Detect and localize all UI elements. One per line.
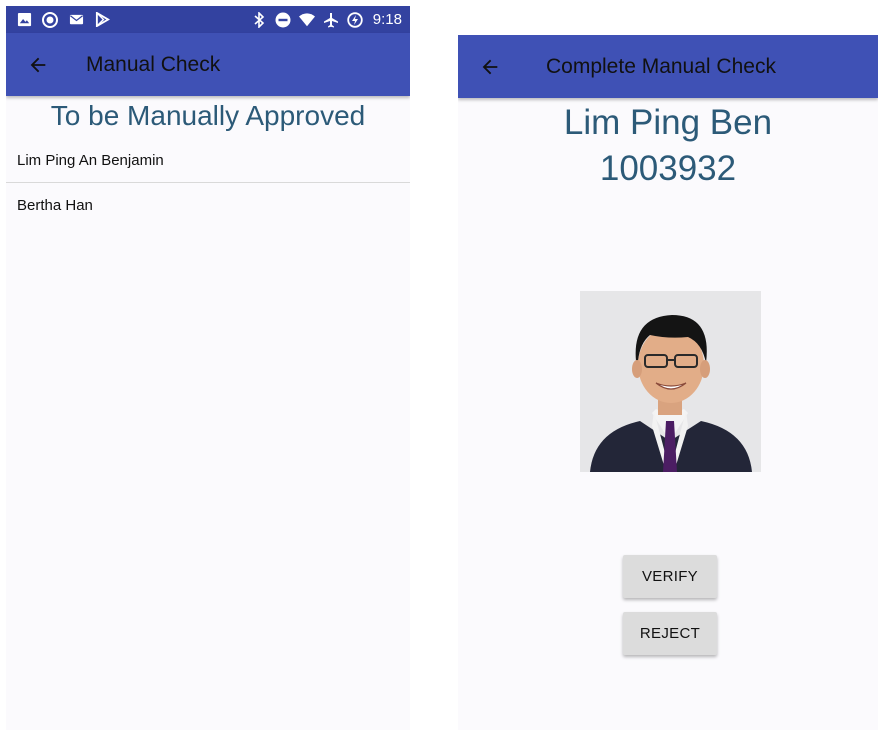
status-bar: 9:18 bbox=[6, 6, 410, 33]
back-button[interactable] bbox=[472, 49, 508, 85]
airplane-icon bbox=[323, 12, 339, 28]
wifi-icon bbox=[298, 12, 315, 28]
pending-list: Lim Ping An Benjamin Bertha Han bbox=[6, 138, 410, 227]
battery-charging-icon bbox=[347, 11, 363, 28]
page-title: Manual Check bbox=[86, 52, 221, 76]
arrow-back-icon bbox=[30, 57, 46, 72]
app-bar: Complete Manual Check bbox=[458, 35, 878, 98]
do-not-disturb-icon bbox=[275, 12, 291, 28]
list-item-label: Bertha Han bbox=[17, 196, 93, 214]
app-bar: Manual Check bbox=[6, 33, 410, 96]
arrow-back-icon bbox=[482, 59, 498, 74]
bluetooth-icon bbox=[251, 11, 267, 28]
verify-button[interactable]: VERIFY bbox=[623, 555, 717, 598]
image-icon bbox=[16, 12, 32, 28]
back-button[interactable] bbox=[20, 47, 56, 83]
section-heading: To be Manually Approved bbox=[50, 100, 366, 131]
list-item[interactable]: Bertha Han bbox=[6, 183, 410, 227]
reject-button[interactable]: REJECT bbox=[623, 612, 717, 655]
play-store-icon bbox=[94, 12, 110, 28]
manual-check-screen: 9:18 Manual Check To be Manually Approve… bbox=[6, 6, 410, 730]
app-badge-icon bbox=[42, 11, 58, 28]
page-title: Complete Manual Check bbox=[546, 54, 776, 78]
list-item[interactable]: Lim Ping An Benjamin bbox=[6, 138, 410, 182]
profile-photo bbox=[580, 291, 761, 472]
mail-icon bbox=[68, 12, 84, 28]
status-time: 9:18 bbox=[372, 11, 402, 28]
person-name: Lim Ping Ben bbox=[563, 103, 773, 142]
person-id: 1003932 bbox=[599, 149, 737, 188]
list-item-label: Lim Ping An Benjamin bbox=[17, 151, 164, 169]
complete-manual-check-screen: Complete Manual Check Lim Ping Ben 10039… bbox=[458, 35, 878, 730]
